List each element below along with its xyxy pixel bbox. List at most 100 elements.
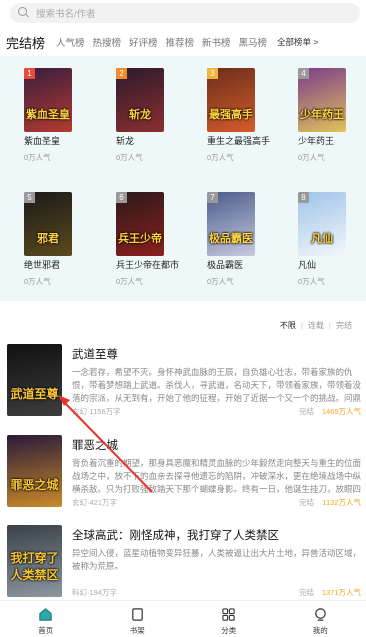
book-meta: 科幻·194万字 xyxy=(72,588,118,597)
cover-title: 罪恶之城 xyxy=(10,478,59,492)
rank-badge: 8 xyxy=(298,192,309,203)
book-cover[interactable]: 7 极品霸医 xyxy=(207,192,255,256)
book-cover[interactable]: 3 最强高手 xyxy=(207,68,255,132)
bottom-nav: 首页 书架 分类 我的 xyxy=(0,600,366,637)
book-cover[interactable]: 2 斩龙 xyxy=(116,68,164,132)
book-popularity: 1132万人气 xyxy=(322,498,361,507)
filter-divider: | xyxy=(300,321,303,330)
book-popularity: 1371万人气 xyxy=(321,588,361,597)
nav-home[interactable]: 首页 xyxy=(0,601,92,637)
cover-title: 凡仙 xyxy=(311,233,333,245)
cover-title: 少年药王 xyxy=(300,109,344,121)
filter-option-all[interactable]: 不限 xyxy=(280,321,296,330)
cover-title: 极品霸医 xyxy=(209,233,253,245)
book-description: 一念若存，希望不灭。身怀神武血脉的王辰，自负雄心壮志，带着家族的仇恨，带着梦想踏… xyxy=(72,367,361,403)
book-status: 完结 xyxy=(299,588,314,597)
nav-label-home: 首页 xyxy=(38,626,54,635)
book-popularity: 0万人气 xyxy=(298,153,325,162)
rank-title[interactable]: 完结榜 xyxy=(6,33,52,52)
cover-title: 邪君 xyxy=(37,233,59,245)
book-popularity: 0万人气 xyxy=(24,153,51,162)
book-cover[interactable]: 武道至尊 xyxy=(7,344,62,416)
list-item[interactable]: 武道至尊 武道至尊 一念若存，希望不灭。身怀神武血脉的王辰，自负雄心壮志，带着家… xyxy=(0,344,366,434)
book-popularity: 0万人气 xyxy=(116,277,143,286)
book-name[interactable]: 极品霸医 xyxy=(207,260,291,271)
grid-book-7[interactable]: 7 极品霸医 极品霸医 0万人气 xyxy=(207,192,291,287)
list-item[interactable]: 罪恶之城 罪恶之城 背负着沉重的期望，那身具恶魔和精灵血脉的少年毅然走向整天与重… xyxy=(0,435,366,525)
tab-dark-horse[interactable]: 黑马榜 xyxy=(235,35,272,49)
nav-bookshelf[interactable]: 书架 xyxy=(92,601,184,637)
cover-title: 兵王少帝 xyxy=(118,233,162,245)
book-cover[interactable]: 我打穿了人类禁区 xyxy=(7,525,62,597)
home-icon xyxy=(39,608,52,621)
nav-label-profile: 我的 xyxy=(312,626,328,635)
tab-good-reviews[interactable]: 好评榜 xyxy=(125,35,162,49)
bookshelf-icon xyxy=(131,608,143,621)
category-grid-icon xyxy=(222,608,235,621)
nav-label-bookshelf: 书架 xyxy=(129,626,145,635)
rank-badge: 5 xyxy=(24,192,35,203)
search-placeholder: 搜索书名/作者 xyxy=(36,9,96,20)
book-popularity: 0万人气 xyxy=(298,277,325,286)
book-popularity: 0万人气 xyxy=(207,277,234,286)
rank-badge: 2 xyxy=(116,68,127,79)
book-popularity: 0万人气 xyxy=(207,153,234,162)
rank-badge: 1 xyxy=(24,68,35,79)
grid-book-2[interactable]: 2 斩龙 斩龙 0万人气 xyxy=(116,68,200,163)
book-name[interactable]: 斩龙 xyxy=(116,136,200,147)
book-name[interactable]: 绝世邪君 xyxy=(24,260,108,271)
filter-option-ongoing[interactable]: 连载 xyxy=(308,321,324,330)
book-status: 完结 xyxy=(299,498,314,507)
book-description: 异空间入侵，蓝星动植物变异狂暴，人类被逼让出大片土地，异兽活动区域，被称为荒原。 xyxy=(72,548,361,571)
book-description: 背负着沉重的期望，那身具恶魔和精灵血脉的少年毅然走向整天与重生的位面战场之中，放… xyxy=(72,458,361,494)
rank-badge: 7 xyxy=(207,192,218,203)
tab-new-books[interactable]: 新书榜 xyxy=(198,35,235,49)
filter-divider: | xyxy=(328,321,331,330)
book-cover[interactable]: 4 少年药王 xyxy=(298,68,346,132)
nav-profile[interactable]: 我的 xyxy=(275,601,366,637)
book-title[interactable]: 全球高武：刚怪成神，我打穿了人类禁区 xyxy=(72,527,279,543)
grid-book-8[interactable]: 8 凡仙 凡仙 0万人气 xyxy=(298,192,366,287)
rank-tabs: 完结榜 人气榜 热搜榜 好评榜 推荐榜 新书榜 黑马榜 全部榜单 > xyxy=(0,31,366,53)
cover-title: 我打穿了人类禁区 xyxy=(10,551,59,582)
tab-hot-search[interactable]: 热搜榜 xyxy=(89,35,126,49)
book-popularity: 1465万人气 xyxy=(321,407,361,416)
book-status: 完结 xyxy=(299,407,314,416)
book-cover[interactable]: 6 兵王少帝 xyxy=(116,192,164,256)
rank-badge: 3 xyxy=(207,68,218,79)
all-rankings-link[interactable]: 全部榜单 > xyxy=(277,36,318,48)
book-cover[interactable]: 罪恶之城 xyxy=(7,435,62,507)
book-name[interactable]: 紫血圣皇 xyxy=(24,136,108,147)
search-bar[interactable]: 搜索书名/作者 xyxy=(10,3,360,23)
book-cover[interactable]: 5 邪君 xyxy=(24,192,72,256)
profile-icon xyxy=(314,608,326,621)
book-name[interactable]: 兵王少帝在都市 xyxy=(116,260,200,271)
nav-category[interactable]: 分类 xyxy=(183,601,275,637)
book-name[interactable]: 重生之最强高手 xyxy=(207,136,291,147)
book-name[interactable]: 凡仙 xyxy=(298,260,366,271)
tab-popularity[interactable]: 人气榜 xyxy=(52,35,89,49)
cover-title: 紫血圣皇 xyxy=(26,109,70,121)
book-cover[interactable]: 1 紫血圣皇 xyxy=(24,68,72,132)
book-name[interactable]: 少年药王 xyxy=(298,136,366,147)
grid-book-5[interactable]: 5 邪君 绝世邪君 0万人气 xyxy=(24,192,108,287)
book-title[interactable]: 罪恶之城 xyxy=(72,437,118,453)
status-filter: 不限 | 连载 | 完结 xyxy=(280,320,352,331)
tab-recommend[interactable]: 推荐榜 xyxy=(162,35,199,49)
book-meta: 玄幻·421万字 xyxy=(72,498,118,507)
book-title[interactable]: 武道至尊 xyxy=(72,346,118,362)
grid-book-1[interactable]: 1 紫血圣皇 紫血圣皇 0万人气 xyxy=(24,68,108,163)
grid-book-4[interactable]: 4 少年药王 少年药王 0万人气 xyxy=(298,68,366,163)
grid-book-3[interactable]: 3 最强高手 重生之最强高手 0万人气 xyxy=(207,68,291,163)
filter-option-completed[interactable]: 完结 xyxy=(336,321,352,330)
search-icon xyxy=(18,7,30,19)
book-popularity: 0万人气 xyxy=(24,277,51,286)
cover-title: 武道至尊 xyxy=(10,387,59,401)
rank-badge: 4 xyxy=(298,68,309,79)
book-meta: 玄幻·1156万字 xyxy=(72,407,121,416)
nav-label-category: 分类 xyxy=(221,626,237,635)
cover-title: 斩龙 xyxy=(129,109,151,121)
book-cover[interactable]: 8 凡仙 xyxy=(298,192,346,256)
rank-badge: 6 xyxy=(116,192,127,203)
grid-book-6[interactable]: 6 兵王少帝 兵王少帝在都市 0万人气 xyxy=(116,192,200,287)
